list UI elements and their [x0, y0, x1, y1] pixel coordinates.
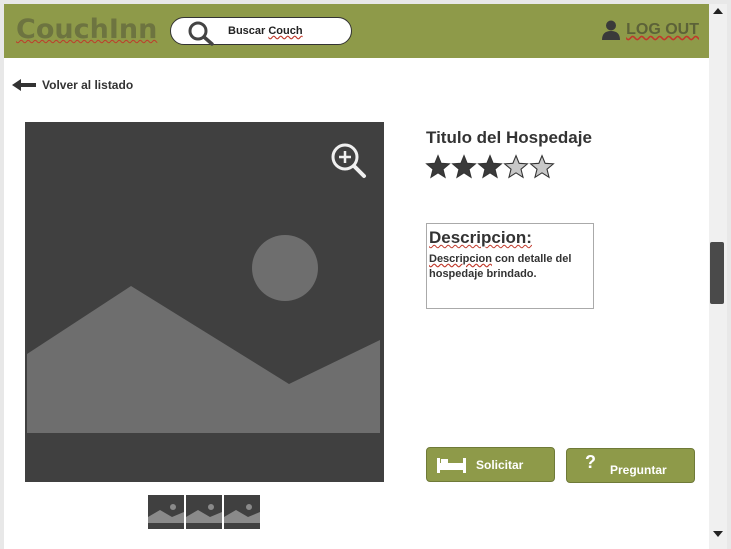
arrow-left-icon	[12, 79, 36, 91]
bed-icon	[437, 457, 466, 473]
thumbnail-strip	[148, 495, 260, 529]
star-filled-icon	[425, 154, 451, 179]
vertical-scrollbar[interactable]	[709, 4, 727, 549]
preguntar-label: Preguntar	[610, 462, 667, 477]
logo[interactable]: CouchInn	[16, 14, 157, 45]
image-placeholder-icon	[224, 504, 260, 523]
solicitar-label: Solicitar	[476, 457, 524, 472]
logout-button[interactable]: LOG OUT	[602, 20, 699, 40]
image-placeholder-icon	[186, 504, 222, 523]
star-filled-icon	[477, 154, 503, 179]
image-placeholder-icon	[148, 504, 184, 523]
scrollbar-thumb[interactable]	[710, 242, 724, 304]
back-to-list-link[interactable]: Volver al listado	[12, 78, 133, 92]
top-bar: CouchInn Buscar Couch LOG OUT	[4, 4, 709, 58]
search-box[interactable]: Buscar Couch	[170, 17, 352, 46]
search-icon[interactable]	[186, 20, 216, 46]
scroll-up-arrow-icon[interactable]	[713, 8, 723, 14]
zoom-in-icon[interactable]	[330, 142, 368, 180]
preguntar-button[interactable]: ? Preguntar	[566, 448, 695, 483]
thumbnail[interactable]	[224, 495, 260, 529]
user-icon	[602, 20, 621, 40]
rating-stars	[425, 154, 555, 180]
back-label[interactable]: Volver al listado	[42, 78, 133, 92]
scroll-down-arrow-icon[interactable]	[713, 531, 723, 537]
question-icon: ?	[585, 452, 596, 472]
star-empty-icon	[529, 154, 555, 179]
app-window: CouchInn Buscar Couch LOG OUT Volver al …	[4, 4, 709, 549]
logout-label[interactable]: LOG OUT	[626, 21, 699, 39]
solicitar-button[interactable]: Solicitar	[426, 447, 555, 482]
description-text: Descripcion con detalle del hospedaje br…	[429, 253, 572, 280]
star-filled-icon	[451, 154, 477, 179]
star-empty-icon	[503, 154, 529, 179]
search-placeholder: Buscar Couch	[228, 25, 303, 37]
listing-title: Titulo del Hospedaje	[426, 128, 592, 147]
description-title: Descripcion:	[429, 228, 532, 247]
description-box: Descripcion: Descripcion con detalle del…	[426, 223, 594, 309]
thumbnail[interactable]	[148, 495, 184, 529]
thumbnail[interactable]	[186, 495, 222, 529]
listing-main-image[interactable]	[25, 122, 384, 482]
